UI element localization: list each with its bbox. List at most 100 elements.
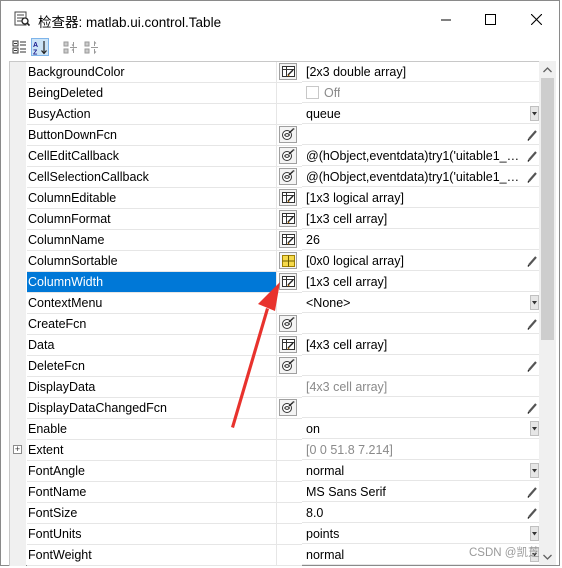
property-row-displaydata[interactable]: DisplayData [4x3 cell array] bbox=[10, 377, 540, 398]
property-row-contextmenu[interactable]: ContextMenu <None> bbox=[10, 293, 540, 314]
table-editor-button[interactable] bbox=[279, 63, 297, 80]
property-row-deletefcn[interactable]: DeleteFcn bbox=[10, 356, 540, 377]
property-value[interactable]: @(hObject,eventdata)try1('uitable1_CellS… bbox=[302, 167, 540, 187]
property-name[interactable]: BeingDeleted bbox=[27, 83, 277, 104]
property-name[interactable]: BusyAction bbox=[27, 104, 277, 125]
title-bar[interactable]: 检查器: matlab.ui.control.Table bbox=[1, 1, 559, 37]
table-editor-button[interactable] bbox=[279, 210, 297, 227]
pencil-icon[interactable] bbox=[526, 317, 538, 331]
property-row-columnwidth[interactable]: ColumnWidth [1x3 cell array] bbox=[10, 272, 540, 293]
collapse-all-button[interactable] bbox=[82, 38, 100, 56]
scrollbar-thumb[interactable] bbox=[541, 78, 554, 340]
callback-button[interactable] bbox=[279, 399, 297, 416]
property-name[interactable]: Extent bbox=[27, 440, 277, 461]
property-value[interactable]: MS Sans Serif bbox=[302, 482, 540, 502]
property-value[interactable]: <None> bbox=[302, 293, 540, 313]
property-value[interactable]: @(hObject,eventdata)try1('uitable1_CellE… bbox=[302, 146, 540, 166]
property-value[interactable]: [4x3 cell array] bbox=[302, 335, 540, 355]
property-row-fontweight[interactable]: FontWeight normal bbox=[10, 545, 540, 566]
property-value[interactable] bbox=[302, 125, 540, 145]
property-name[interactable]: DisplayDataChangedFcn bbox=[27, 398, 277, 419]
close-button[interactable] bbox=[513, 1, 559, 37]
property-row-createfcn[interactable]: CreateFcn bbox=[10, 314, 540, 335]
pencil-icon[interactable] bbox=[526, 401, 538, 415]
property-name[interactable]: ColumnName bbox=[27, 230, 277, 251]
callback-button[interactable] bbox=[279, 147, 297, 164]
property-name[interactable]: FontSize bbox=[27, 503, 277, 524]
property-value[interactable]: [2x3 double array] bbox=[302, 62, 540, 82]
pencil-icon[interactable] bbox=[526, 485, 538, 499]
property-value[interactable]: Off bbox=[302, 83, 540, 103]
callback-button[interactable] bbox=[279, 357, 297, 374]
expand-all-button[interactable] bbox=[61, 38, 79, 56]
pencil-icon[interactable] bbox=[526, 128, 538, 142]
maximize-button[interactable] bbox=[467, 1, 513, 37]
pencil-icon[interactable] bbox=[526, 149, 538, 163]
property-value[interactable] bbox=[302, 398, 540, 418]
sort-alphabetical-button[interactable]: A Z bbox=[31, 38, 49, 56]
dropdown-arrow[interactable] bbox=[530, 295, 539, 310]
property-value[interactable]: normal bbox=[302, 461, 540, 481]
property-name[interactable]: FontWeight bbox=[27, 545, 277, 566]
property-value[interactable]: [1x3 cell array] bbox=[302, 209, 540, 229]
property-value[interactable]: [1x3 logical array] bbox=[302, 188, 540, 208]
property-row-displaydatachangedfcn[interactable]: DisplayDataChangedFcn bbox=[10, 398, 540, 419]
scroll-up-button[interactable] bbox=[539, 61, 556, 78]
property-row-backgroundcolor[interactable]: BackgroundColor [2x3 double array] bbox=[10, 62, 540, 83]
property-name[interactable]: Enable bbox=[27, 419, 277, 440]
property-row-columnsortable[interactable]: ColumnSortable [0x0 logical array] bbox=[10, 251, 540, 272]
property-value[interactable]: queue bbox=[302, 104, 540, 124]
property-name[interactable]: FontName bbox=[27, 482, 277, 503]
categorize-button[interactable] bbox=[10, 38, 28, 56]
property-value[interactable]: 26 bbox=[302, 230, 540, 250]
expand-icon[interactable]: + bbox=[13, 445, 22, 454]
property-name[interactable]: CreateFcn bbox=[27, 314, 277, 335]
property-name[interactable]: CellEditCallback bbox=[27, 146, 277, 167]
property-name[interactable]: FontUnits bbox=[27, 524, 277, 545]
property-name[interactable]: DisplayData bbox=[27, 377, 277, 398]
property-name[interactable]: ColumnFormat bbox=[27, 209, 277, 230]
property-name[interactable]: ColumnWidth bbox=[27, 272, 277, 293]
table-editor-button[interactable] bbox=[279, 336, 297, 353]
property-row-fontunits[interactable]: FontUnits points bbox=[10, 524, 540, 545]
property-row-beingdeleted[interactable]: BeingDeleted Off bbox=[10, 83, 540, 104]
pencil-icon[interactable] bbox=[526, 170, 538, 184]
grid-editor-button[interactable] bbox=[279, 252, 297, 269]
property-name[interactable]: FontAngle bbox=[27, 461, 277, 482]
dropdown-arrow[interactable] bbox=[530, 106, 539, 121]
vertical-scrollbar[interactable] bbox=[539, 61, 556, 565]
property-name[interactable]: ColumnSortable bbox=[27, 251, 277, 272]
pencil-icon[interactable] bbox=[526, 359, 538, 373]
property-row-busyaction[interactable]: BusyAction queue bbox=[10, 104, 540, 125]
property-row-columneditable[interactable]: ColumnEditable [1x3 logical array] bbox=[10, 188, 540, 209]
scroll-down-button[interactable] bbox=[539, 548, 556, 565]
property-value[interactable]: on bbox=[302, 419, 540, 439]
property-row-buttondownfcn[interactable]: ButtonDownFcn bbox=[10, 125, 540, 146]
table-editor-button[interactable] bbox=[279, 273, 297, 290]
property-name[interactable]: ColumnEditable bbox=[27, 188, 277, 209]
property-name[interactable]: CellSelectionCallback bbox=[27, 167, 277, 188]
callback-button[interactable] bbox=[279, 168, 297, 185]
property-row-columnformat[interactable]: ColumnFormat [1x3 cell array] bbox=[10, 209, 540, 230]
property-row-cellselectioncallback[interactable]: CellSelectionCallback @(hObject,eventdata… bbox=[10, 167, 540, 188]
property-row-data[interactable]: Data [4x3 cell array] bbox=[10, 335, 540, 356]
property-row-enable[interactable]: Enable on bbox=[10, 419, 540, 440]
minimize-button[interactable] bbox=[423, 1, 469, 37]
callback-button[interactable] bbox=[279, 315, 297, 332]
callback-button[interactable] bbox=[279, 126, 297, 143]
dropdown-arrow[interactable] bbox=[530, 421, 539, 436]
pencil-icon[interactable] bbox=[526, 254, 538, 268]
property-row-fontsize[interactable]: FontSize 8.0 bbox=[10, 503, 540, 524]
property-row-celleditcallback[interactable]: CellEditCallback @(hObject,eventdata)try1… bbox=[10, 146, 540, 167]
property-value[interactable]: [1x3 cell array] bbox=[302, 272, 540, 292]
property-value[interactable]: points bbox=[302, 524, 540, 544]
property-row-columnname[interactable]: ColumnName 26 bbox=[10, 230, 540, 251]
checkbox[interactable] bbox=[306, 86, 319, 100]
property-row-fontangle[interactable]: FontAngle normal bbox=[10, 461, 540, 482]
property-value[interactable]: [0x0 logical array] bbox=[302, 251, 540, 271]
table-editor-button[interactable] bbox=[279, 231, 297, 248]
property-value[interactable] bbox=[302, 314, 540, 334]
property-name[interactable]: Data bbox=[27, 335, 277, 356]
dropdown-arrow[interactable] bbox=[530, 526, 539, 541]
property-row-extent[interactable]: + Extent [0 0 51.8 7.214] bbox=[10, 440, 540, 461]
